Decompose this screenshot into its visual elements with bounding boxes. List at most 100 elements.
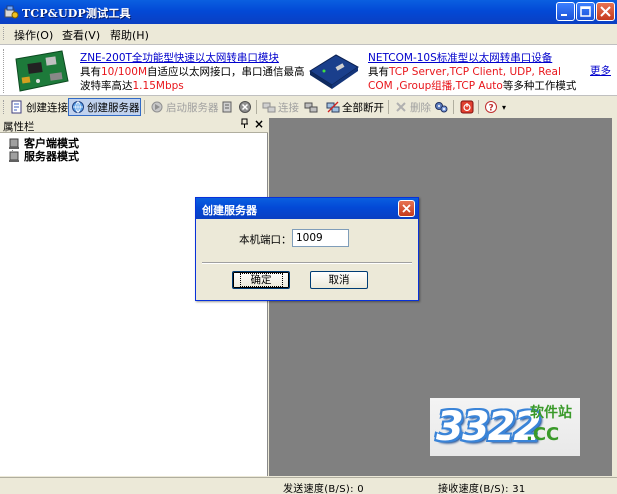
- ad1-line1-red: 10/100M: [101, 66, 147, 78]
- ok-label: 确定: [239, 273, 283, 287]
- create-server-label: 创建服务器: [87, 101, 140, 114]
- disconnect-icon: [304, 102, 318, 113]
- receive-speed: 接收速度(B/S): 31: [438, 484, 526, 494]
- disconnect-button[interactable]: [302, 98, 320, 116]
- cancel-button[interactable]: 取消: [310, 271, 368, 289]
- connect-button[interactable]: 连接: [260, 98, 299, 116]
- ok-button[interactable]: 确定: [232, 271, 290, 289]
- toolbar: 创建连接 创建服务器 启动服务器 连接 全部断开 删除 ? ▾: [0, 97, 617, 117]
- pin-icon[interactable]: [240, 118, 249, 132]
- server-stop-icon: [222, 101, 232, 113]
- disconnect-all-icon: [326, 101, 340, 113]
- delete-button[interactable]: 删除: [392, 98, 431, 116]
- server-globe-icon: [72, 101, 84, 114]
- ad1-line2-pre: 波特率高达: [80, 80, 133, 92]
- start-server-label: 启动服务器: [166, 101, 219, 114]
- computer-icon: [9, 151, 19, 162]
- delete-icon: [396, 102, 406, 112]
- toolbar-separator: [256, 100, 257, 114]
- menu-bar: 操作(O) 查看(V) 帮助(H): [0, 24, 617, 43]
- ad2-line1: 具有TCP Server,TCP Client, UDP, Real: [368, 64, 561, 79]
- ad2-line1-pre: 具有: [368, 66, 389, 78]
- maximize-button[interactable]: [576, 2, 595, 21]
- send-speed: 发送速度(B/S): 0: [283, 484, 364, 494]
- watermark-domain: .CC: [526, 424, 560, 445]
- port-label: 本机端口：: [239, 234, 292, 246]
- ad1-line1: 具有10/100M自适应以太网接口，串口通信最高: [80, 64, 305, 79]
- ad1-line1-pre: 具有: [80, 66, 101, 78]
- watermark-number: 3322: [436, 404, 541, 450]
- maximize-icon: [580, 6, 591, 17]
- computer-icon: [9, 138, 19, 149]
- create-connection-label: 创建连接: [26, 101, 68, 114]
- panel-title: 属性栏: [3, 121, 35, 133]
- toolbar-separator: [453, 100, 454, 114]
- app-window: TCP&UDP测试工具 操作(O) 查看(V) 帮助(H) ZNE-200T全功…: [0, 0, 617, 494]
- dialog-separator: [202, 262, 412, 264]
- toolbar-separator: [144, 100, 145, 114]
- minimize-button[interactable]: [556, 2, 575, 21]
- watermark-logo: 3322 软件站 .CC: [430, 398, 580, 456]
- port-input[interactable]: [292, 229, 349, 247]
- menu-operate[interactable]: 操作(O): [14, 27, 53, 43]
- tree-item-label: 服务器模式: [24, 150, 79, 163]
- window-title: TCP&UDP测试工具: [22, 7, 131, 20]
- menu-grip: [3, 27, 6, 40]
- ad-banner: ZNE-200T全功能型快速以太网转串口模块 具有10/100M自适应以太网接口…: [0, 44, 617, 96]
- disconnect-all-button[interactable]: 全部断开: [324, 98, 384, 116]
- ad1-line2-red: 1.15Mbps: [132, 80, 184, 92]
- close-icon: [600, 6, 611, 17]
- gears-icon: [435, 102, 448, 113]
- settings-button[interactable]: [432, 98, 450, 116]
- ad2-line2: COM ,Group组播,TCP Auto等多种工作模式: [368, 78, 576, 93]
- connect-label: 连接: [278, 101, 299, 114]
- dialog-title: 创建服务器: [202, 204, 257, 217]
- ad1-title-link[interactable]: ZNE-200T全功能型快速以太网转串口模块: [80, 50, 279, 65]
- more-link[interactable]: 更多: [590, 63, 611, 78]
- disconnect-all-label: 全部断开: [342, 101, 384, 114]
- ad2-line2-red: COM ,Group组播,TCP Auto: [368, 80, 503, 92]
- close-button[interactable]: [596, 2, 615, 21]
- banner-grip: [3, 49, 6, 93]
- create-server-dialog: 创建服务器 本机端口： 确定 取消: [195, 197, 419, 301]
- title-bar[interactable]: TCP&UDP测试工具: [0, 0, 617, 24]
- start-server-icon: [151, 101, 163, 113]
- toolbar-grip: [3, 100, 6, 114]
- panel-close-icon[interactable]: ×: [254, 117, 264, 131]
- toolbar-separator: [478, 100, 479, 114]
- toolbar-overflow-icon[interactable]: ▾: [502, 98, 506, 116]
- ad1-line1-post: 自适应以太网接口，串口通信最高: [147, 66, 305, 78]
- circuit-board-image[interactable]: [12, 49, 70, 93]
- power-button[interactable]: [458, 98, 476, 116]
- tree-item-server-mode[interactable]: 服务器模式: [8, 148, 79, 164]
- power-icon: [460, 100, 474, 114]
- menu-view[interactable]: 查看(V): [62, 27, 100, 43]
- toolbar-separator: [388, 100, 389, 114]
- ad2-line1-red: TCP Server,TCP Client, UDP, Real: [389, 66, 561, 78]
- stop-button[interactable]: [236, 98, 254, 116]
- menu-help[interactable]: 帮助(H): [110, 27, 149, 43]
- dialog-title-bar[interactable]: 创建服务器: [196, 198, 418, 219]
- dialog-close-button[interactable]: [398, 200, 415, 217]
- create-connection-button[interactable]: 创建连接: [8, 98, 68, 116]
- ad1-line2: 波特率高达1.15Mbps: [80, 78, 184, 93]
- minimize-icon: [561, 14, 567, 16]
- panel-header: 属性栏 ×: [0, 117, 268, 133]
- create-server-button[interactable]: 创建服务器: [68, 98, 141, 116]
- status-bar: 发送速度(B/S): 0 接收速度(B/S): 31: [0, 477, 617, 494]
- close-icon: [402, 204, 411, 213]
- app-icon: [4, 5, 19, 19]
- stop-server-button[interactable]: [218, 98, 236, 116]
- new-connection-icon: [11, 100, 22, 114]
- start-server-button[interactable]: 启动服务器: [148, 98, 219, 116]
- svg-text:?: ?: [489, 104, 494, 114]
- right-edge: [612, 118, 617, 476]
- ad2-title-link[interactable]: NETCOM-10S标准型以太网转串口设备: [368, 50, 552, 65]
- help-icon: ?: [485, 101, 497, 114]
- watermark-site: 软件站: [530, 405, 572, 421]
- delete-label: 删除: [410, 101, 431, 114]
- stop-circle-icon: [239, 101, 251, 113]
- netcom-device-image[interactable]: [306, 51, 362, 91]
- connect-icon: [262, 102, 276, 113]
- help-button[interactable]: ?: [482, 98, 500, 116]
